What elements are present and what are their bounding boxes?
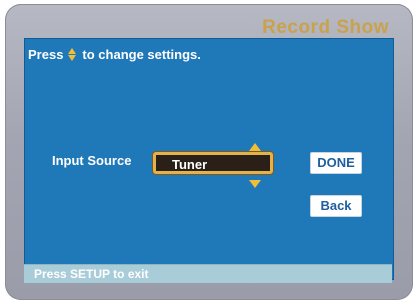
arrow-down-icon[interactable] bbox=[249, 180, 261, 188]
footer-bar: Press SETUP to exit bbox=[24, 264, 392, 283]
input-source-value: Tuner bbox=[172, 157, 208, 172]
instruction-text: Press to change settings. bbox=[28, 47, 201, 62]
footer-hint: Press SETUP to exit bbox=[34, 267, 149, 281]
done-button[interactable]: DONE bbox=[310, 152, 362, 174]
instruction-prefix: Press bbox=[28, 47, 64, 62]
input-source-label: Input Source bbox=[52, 153, 132, 168]
up-down-arrows-icon bbox=[68, 48, 77, 61]
window-title: Record Show bbox=[262, 17, 389, 38]
back-button[interactable]: Back bbox=[310, 195, 362, 217]
input-source-selector[interactable]: Tuner bbox=[153, 152, 273, 174]
instruction-suffix: to change settings. bbox=[82, 47, 201, 62]
arrow-up-icon[interactable] bbox=[249, 143, 261, 151]
